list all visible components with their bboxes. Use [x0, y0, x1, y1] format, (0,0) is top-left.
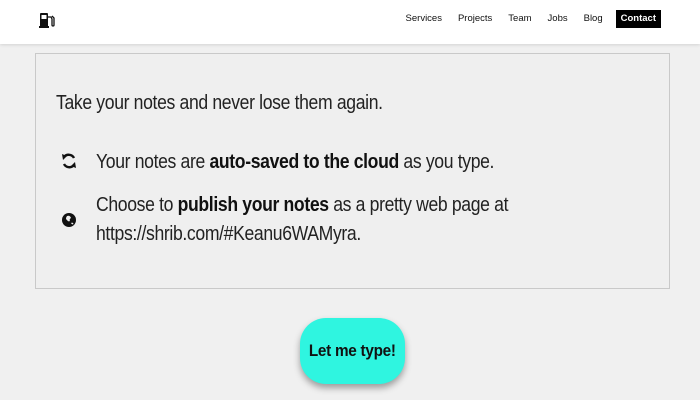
let-me-type-button[interactable]: Let me type!	[300, 318, 405, 384]
globe-icon	[61, 211, 77, 229]
nav-link-team[interactable]: Team	[508, 10, 531, 28]
feature-publish: Choose to publish your notes as a pretty…	[96, 191, 508, 249]
nav-link-projects[interactable]: Projects	[458, 10, 492, 28]
contact-button[interactable]: Contact	[615, 10, 661, 28]
features-card: Take your notes and never lose them agai…	[35, 53, 670, 289]
nav-links: Services Projects Team Jobs Blog Contact	[390, 10, 661, 28]
publish-url: https://shrib.com/#Keanu6WAMyra.	[96, 223, 361, 245]
nav-link-blog[interactable]: Blog	[584, 10, 603, 28]
feature-autosave: Your notes are auto-saved to the cloud a…	[96, 151, 495, 173]
cta-label: Let me type!	[309, 341, 396, 360]
fuel-pump-icon[interactable]	[38, 10, 56, 30]
top-navbar: Services Projects Team Jobs Blog Contact	[0, 0, 700, 44]
sync-icon	[61, 152, 77, 170]
nav-link-jobs[interactable]: Jobs	[548, 10, 568, 28]
nav-link-services[interactable]: Services	[406, 10, 442, 28]
intro-text: Take your notes and never lose them agai…	[56, 92, 383, 114]
